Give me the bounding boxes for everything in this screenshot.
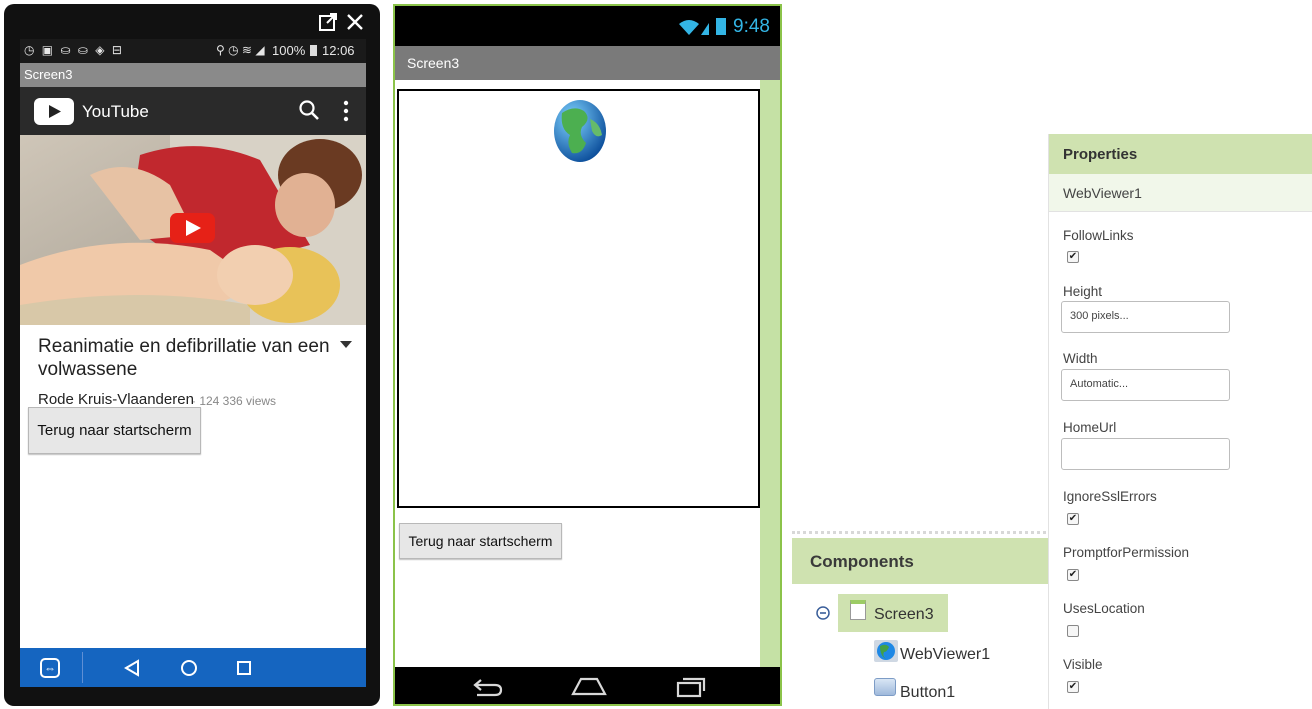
recents-nav-icon[interactable] — [236, 660, 252, 676]
home-url-label: HomeUrl — [1063, 420, 1117, 435]
video-info: Reanimatie en defibrillatie van een volw… — [20, 325, 366, 407]
button-icon — [874, 678, 896, 696]
scrollbar[interactable] — [760, 80, 780, 667]
expand-arrow-icon[interactable] — [340, 341, 352, 349]
collapse-icon[interactable] — [816, 606, 830, 620]
channel-name[interactable]: Rode Kruis-Vlaanderen — [38, 391, 194, 407]
tree-label: Button1 — [900, 684, 956, 701]
properties-header: Properties — [1049, 134, 1312, 174]
search-icon[interactable] — [298, 99, 320, 121]
width-input[interactable]: Automatic... — [1061, 369, 1230, 401]
components-panel: Components Screen3 WebViewer1 Button1 — [792, 531, 1052, 709]
back-to-home-button[interactable]: Terug naar startscherm — [28, 407, 201, 454]
youtube-logo-icon[interactable] — [34, 98, 74, 125]
screen-icon — [850, 600, 866, 620]
status-bar: ◷ ▣ ⛀ ⛀ ◈ ⊟ ⚲ ◷ ≋ ◢ 100% 12:06 — [20, 39, 366, 63]
teamviewer-icon[interactable]: ⇔ — [40, 658, 60, 678]
width-label: Width — [1063, 351, 1098, 366]
battery-icon — [716, 18, 726, 35]
view-count: · 124 336 views — [192, 394, 277, 407]
webviewer-frame[interactable] — [397, 89, 760, 508]
nav-divider — [82, 652, 83, 683]
prompt-permission-label: PromptforPermission — [1063, 545, 1190, 560]
battery-icon — [310, 45, 317, 56]
globe-icon — [554, 100, 606, 162]
tree-label: Screen3 — [874, 606, 934, 623]
more-vert-icon[interactable] — [342, 100, 350, 122]
youtube-app-bar: YouTube — [20, 87, 366, 135]
cpr-training-image — [20, 135, 366, 325]
home-nav-icon[interactable] — [571, 676, 607, 696]
tree-label: WebViewer1 — [900, 646, 991, 663]
phone-window-controls — [4, 4, 380, 40]
emulator-time: 9:48 — [733, 16, 770, 37]
phone-device-preview: ◷ ▣ ⛀ ⛀ ◈ ⊟ ⚲ ◷ ≋ ◢ 100% 12:06 Screen3 Y… — [4, 4, 380, 706]
follow-links-label: FollowLinks — [1063, 228, 1134, 243]
height-input[interactable]: 300 pixels... — [1061, 301, 1230, 333]
android-nav-bar: ⇔ — [20, 648, 366, 687]
notification-icons: ◷ ▣ ⛀ ⛀ ◈ ⊟ — [24, 43, 124, 57]
phone-screen: ◷ ▣ ⛀ ⛀ ◈ ⊟ ⚲ ◷ ≋ ◢ 100% 12:06 Screen3 Y… — [20, 39, 366, 687]
close-icon[interactable] — [346, 13, 364, 31]
screen-title: Screen3 — [24, 67, 73, 82]
screen-title-bar: Screen3 — [20, 63, 366, 87]
uses-location-checkbox[interactable] — [1067, 625, 1079, 637]
emulator-nav-bar — [395, 667, 780, 704]
ignore-ssl-label: IgnoreSslErrors — [1063, 489, 1157, 504]
tree-item-button1[interactable]: Button1 — [872, 674, 1022, 704]
video-title[interactable]: Reanimatie en defibrillatie van een volw… — [38, 335, 338, 381]
tree-item-webviewer1[interactable]: WebViewer1 — [872, 638, 1022, 668]
back-nav-icon[interactable] — [471, 676, 503, 698]
battery-text: 100% — [272, 43, 306, 58]
video-thumbnail[interactable] — [20, 135, 366, 325]
visible-label: Visible — [1063, 657, 1103, 672]
uses-location-label: UsesLocation — [1063, 601, 1145, 616]
visible-checkbox[interactable]: ✔ — [1067, 681, 1079, 693]
youtube-app-name: YouTube — [82, 102, 149, 121]
popout-icon[interactable] — [318, 12, 338, 32]
height-label: Height — [1063, 284, 1103, 299]
back-to-home-button[interactable]: Terug naar startscherm — [399, 523, 562, 559]
emulator-screen: Terug naar startscherm — [395, 80, 780, 667]
follow-links-checkbox[interactable]: ✔ — [1067, 251, 1079, 263]
signal-icons: ⚲ ◷ ≋ ◢ — [216, 43, 265, 57]
webviewer-globe-icon — [874, 640, 898, 662]
back-nav-icon[interactable] — [124, 659, 140, 677]
selected-component-name: WebViewer1 — [1049, 174, 1312, 212]
emulator-status-bar: 9:48 — [395, 6, 780, 46]
prompt-permission-checkbox[interactable]: ✔ — [1067, 569, 1079, 581]
status-time: 12:06 — [322, 43, 355, 58]
components-header: Components — [792, 538, 1052, 584]
recents-nav-icon[interactable] — [675, 676, 707, 698]
tree-item-screen3[interactable]: Screen3 — [838, 594, 948, 632]
properties-panel: Properties WebViewer1 FollowLinks ✔ Heig… — [1048, 134, 1312, 709]
screen-title: Screen3 — [407, 55, 460, 71]
ignore-ssl-checkbox[interactable]: ✔ — [1067, 513, 1079, 525]
wifi-signal-icon — [679, 20, 709, 35]
home-url-input[interactable] — [1061, 438, 1230, 470]
emulator-preview: 9:48 Screen3 Terug naar startscherm — [393, 4, 782, 706]
home-nav-icon[interactable] — [180, 659, 198, 677]
emulator-title-bar: Screen3 — [395, 46, 780, 80]
